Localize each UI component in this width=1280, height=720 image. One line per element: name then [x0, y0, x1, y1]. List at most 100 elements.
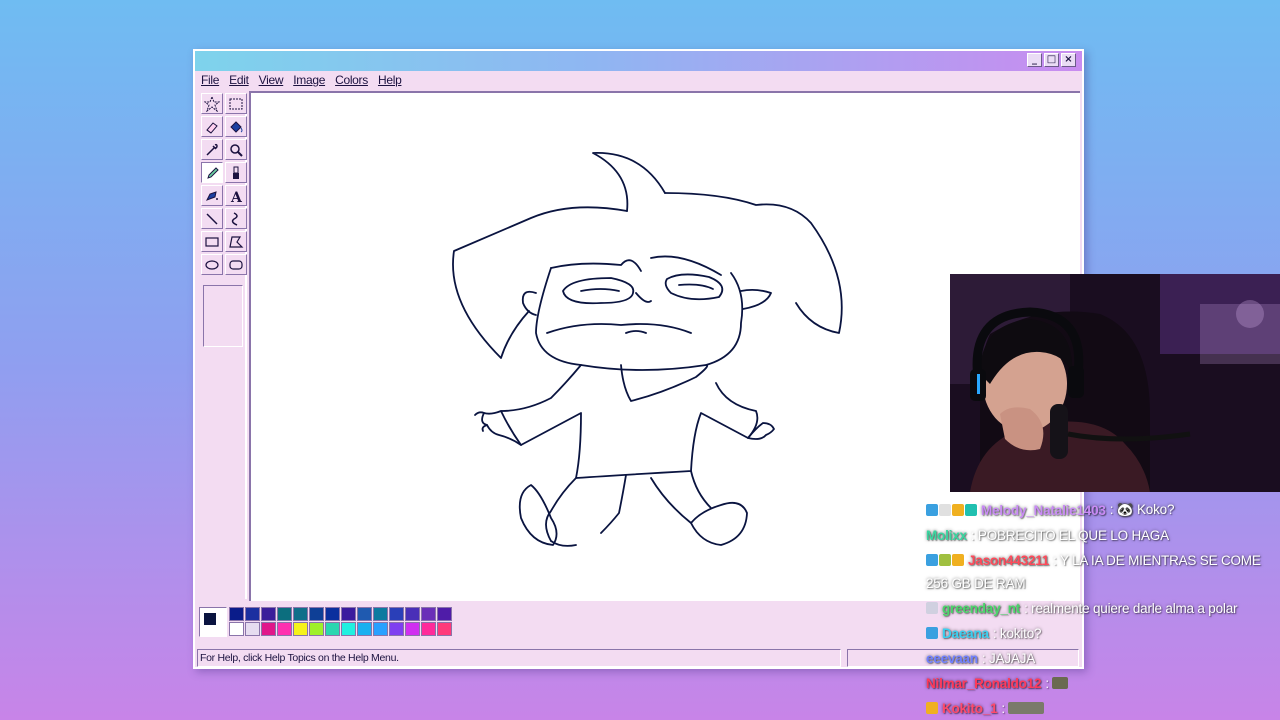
pencil-tool[interactable] [201, 162, 223, 183]
line-tool[interactable] [201, 208, 223, 229]
chat-message-text: : Y LA IA DE MIENTRAS SE COME [1053, 552, 1261, 568]
color-swatch[interactable] [421, 622, 436, 636]
foreground-color[interactable] [203, 612, 217, 626]
text-tool[interactable]: A [225, 185, 247, 206]
menu-edit[interactable]: Edit [229, 73, 249, 91]
color-swatch[interactable] [261, 607, 276, 621]
color-picker-tool[interactable] [201, 139, 223, 160]
polygon-tool[interactable] [225, 231, 247, 252]
chat-badge-icon [939, 504, 951, 516]
color-swatch[interactable] [277, 622, 292, 636]
color-swatch[interactable] [325, 622, 340, 636]
chat-message: Kokito_1: [926, 698, 1044, 718]
ellipse-tool[interactable] [201, 254, 223, 275]
color-swatch[interactable] [437, 622, 452, 636]
color-swatch[interactable] [357, 607, 372, 621]
rectangle-tool[interactable] [201, 231, 223, 252]
chat-message: Nilmar_Ronaldo12: [926, 673, 1068, 693]
color-swatch[interactable] [261, 622, 276, 636]
polygon-icon [229, 235, 244, 248]
chat-username[interactable]: Daeana [942, 626, 989, 641]
color-swatch[interactable] [373, 607, 388, 621]
current-colors[interactable] [199, 607, 227, 637]
webcam-overlay [950, 274, 1280, 492]
color-swatch[interactable] [405, 622, 420, 636]
select-tool[interactable] [225, 93, 247, 114]
chat-message: 256 GB DE RAM [926, 573, 1026, 593]
magnifier-icon [230, 143, 243, 157]
color-swatch[interactable] [389, 607, 404, 621]
chat-message-text: 256 GB DE RAM [926, 575, 1026, 591]
color-swatch[interactable] [325, 607, 340, 621]
eyedropper-icon [206, 143, 218, 156]
rounded-rectangle-tool[interactable] [225, 254, 247, 275]
airbrush-tool[interactable] [201, 185, 223, 206]
chat-badge-icon [952, 554, 964, 566]
color-swatch[interactable] [437, 607, 452, 621]
brush-tool[interactable] [225, 162, 247, 183]
chat-badge-icon [926, 602, 938, 614]
close-button[interactable]: × [1061, 53, 1076, 67]
color-swatch[interactable] [357, 622, 372, 636]
color-swatch[interactable] [229, 607, 244, 621]
chat-username[interactable]: Nilmar_Ronaldo12 [926, 676, 1042, 691]
airbrush-icon [205, 190, 218, 201]
color-swatch[interactable] [389, 622, 404, 636]
chat-message: eeevaan: JAJAJA [926, 648, 1035, 668]
menu-help[interactable]: Help [378, 73, 402, 91]
chat-username[interactable]: eeevaan [926, 651, 978, 666]
chat-message-text: : kokito? [992, 625, 1042, 641]
eraser-icon [206, 121, 218, 134]
chat-username[interactable]: Melody_Natalie1403 [981, 503, 1106, 518]
color-swatch[interactable] [373, 622, 388, 636]
chat-badge-icon [939, 554, 951, 566]
ellipse-icon [205, 259, 219, 270]
chat-username[interactable]: greenday_nt [942, 601, 1020, 616]
color-swatch[interactable] [309, 622, 324, 636]
eraser-tool[interactable] [201, 116, 223, 137]
curve-tool[interactable] [225, 208, 247, 229]
color-swatch[interactable] [293, 622, 308, 636]
color-swatch[interactable] [277, 607, 292, 621]
color-swatch[interactable] [405, 607, 420, 621]
menu-file[interactable]: File [201, 73, 219, 91]
menu-view[interactable]: View [259, 73, 284, 91]
paint-bucket-icon [230, 120, 243, 133]
chat-username[interactable]: Kokito_1 [942, 701, 998, 716]
brush-icon [233, 166, 239, 179]
tool-options-panel[interactable] [203, 285, 243, 347]
title-bar[interactable]: _ □ × [195, 51, 1082, 71]
maximize-button[interactable]: □ [1044, 53, 1059, 67]
minimize-button[interactable]: _ [1027, 53, 1042, 67]
fill-tool[interactable] [225, 116, 247, 137]
chat-message-text: : 🐼 Koko? [1109, 502, 1175, 517]
chat-message: Daeana: kokito? [926, 623, 1042, 643]
menu-colors[interactable]: Colors [335, 73, 368, 91]
chat-message-text: : [1045, 675, 1049, 691]
magnifier-tool[interactable] [225, 139, 247, 160]
chat-badge-icon [952, 504, 964, 516]
chat-username[interactable]: Molixx [926, 528, 967, 543]
text-a-icon: A [230, 190, 243, 204]
color-swatch[interactable] [245, 622, 260, 636]
chat-message: Melody_Natalie1403: 🐼 Koko? [926, 500, 1174, 520]
menu-image[interactable]: Image [293, 73, 325, 91]
chat-message: greenday_nt: realmente quiere darle alma… [926, 598, 1238, 618]
color-swatch[interactable] [421, 607, 436, 621]
color-swatch[interactable] [309, 607, 324, 621]
chat-emote-icon [1051, 677, 1068, 689]
color-swatch[interactable] [341, 622, 356, 636]
chat-username[interactable]: Jason443211 [968, 553, 1049, 568]
color-swatch[interactable] [293, 607, 308, 621]
chat-badge-icon [926, 702, 938, 714]
svg-text:A: A [230, 190, 243, 204]
chat-message-text: : POBRECITO EL QUE LO HAGA [970, 527, 1169, 543]
chat-badge-icon [926, 504, 938, 516]
color-swatch[interactable] [341, 607, 356, 621]
chat-message-text: : [1001, 700, 1005, 716]
chat-badge-icon [926, 627, 938, 639]
curve-icon [231, 211, 238, 226]
color-swatch[interactable] [245, 607, 260, 621]
free-select-tool[interactable] [201, 93, 223, 114]
color-swatch[interactable] [229, 622, 244, 636]
